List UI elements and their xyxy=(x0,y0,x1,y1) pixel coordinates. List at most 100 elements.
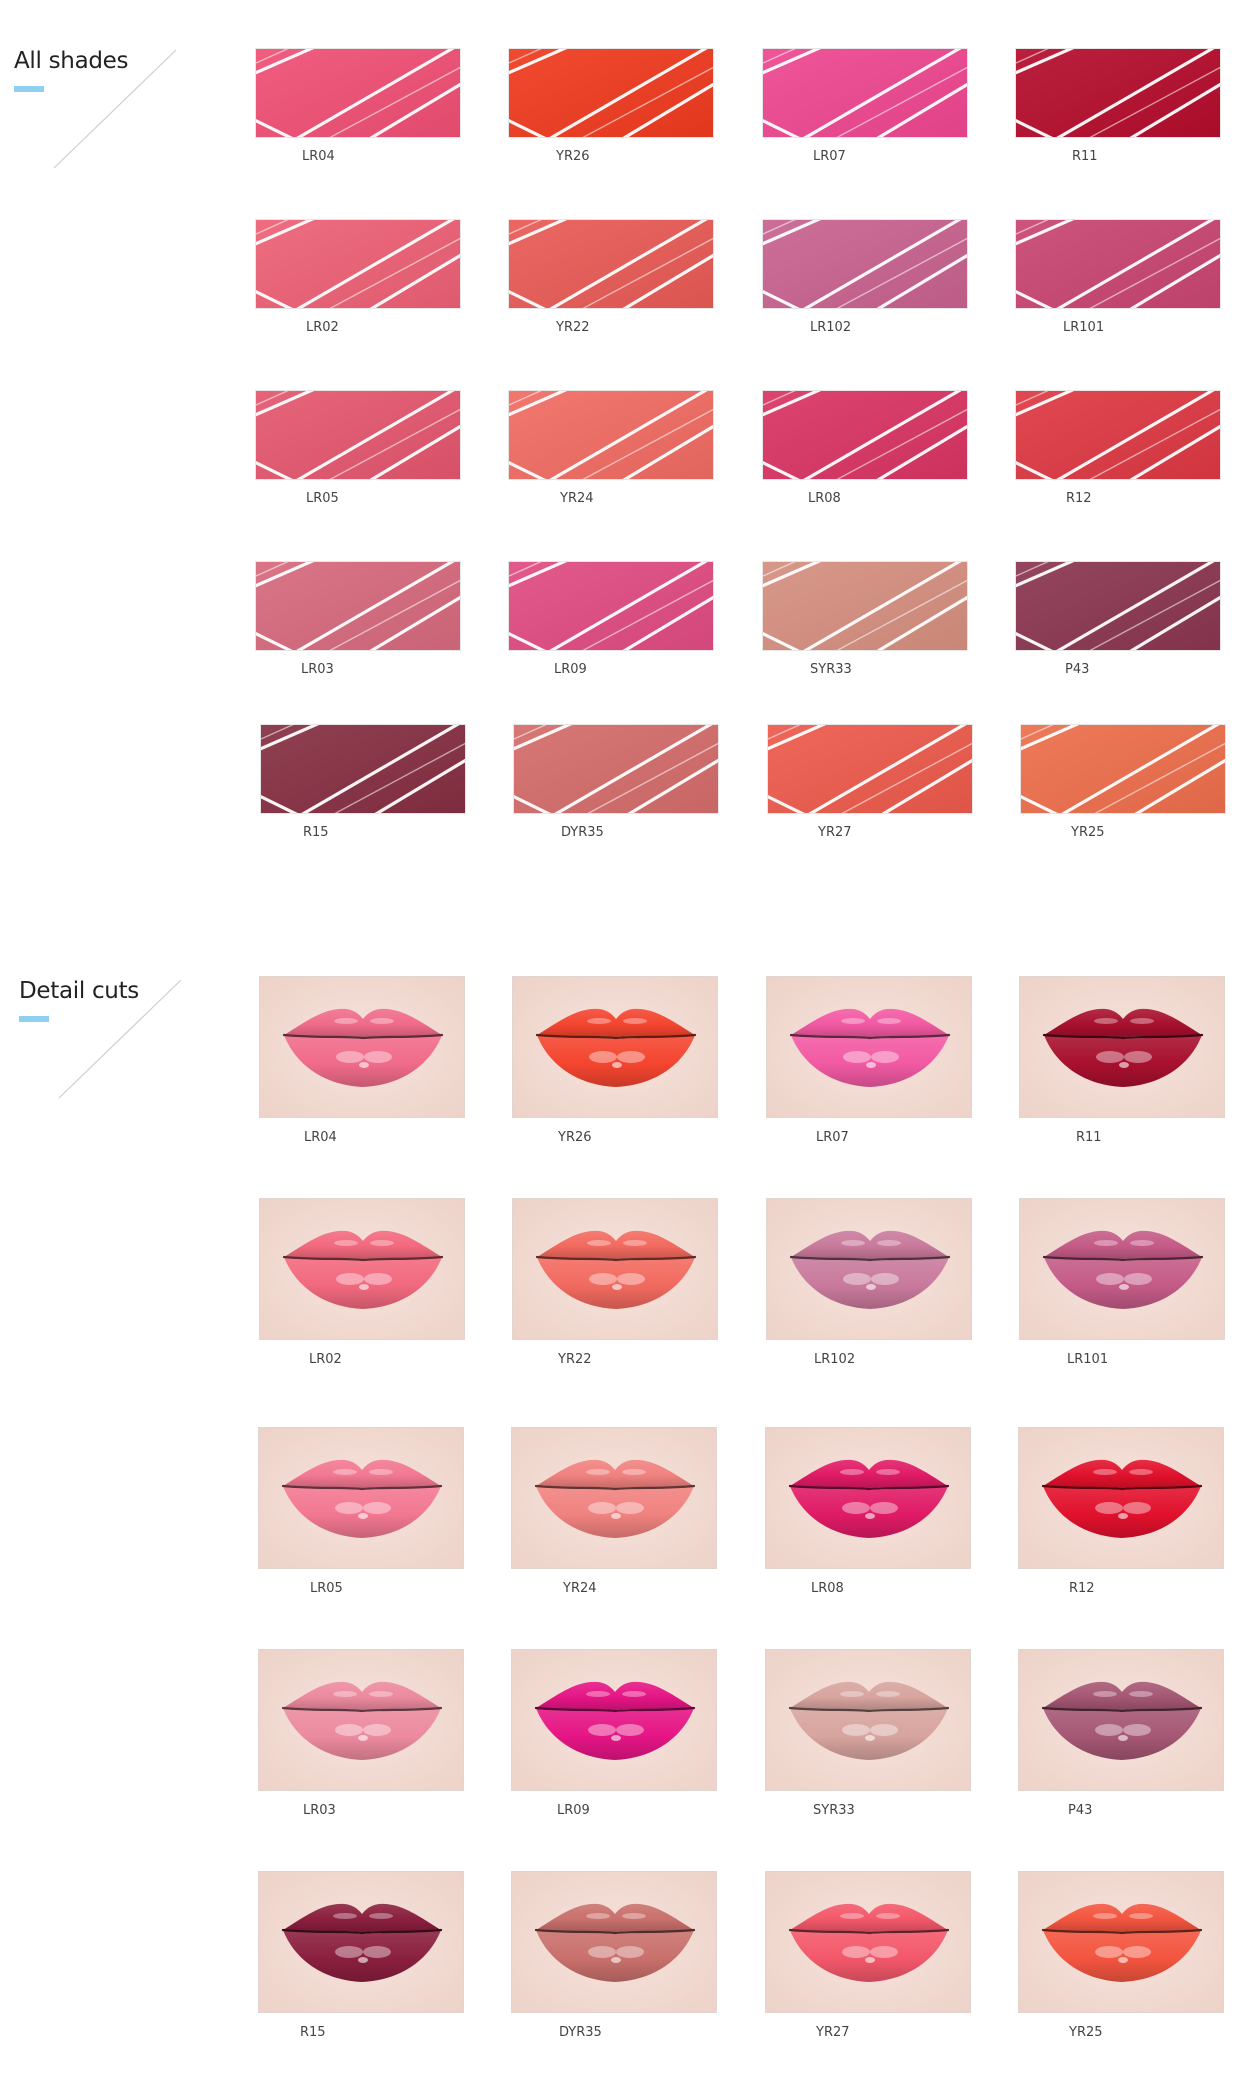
detail-cut-p43: P43 xyxy=(1018,1649,1224,1818)
swatch-image xyxy=(508,219,714,309)
shade-swatch-lr05: LR05 xyxy=(255,390,461,506)
swatch-image xyxy=(1015,561,1221,651)
detail-cut-dyr35: DYR35 xyxy=(511,1871,717,2040)
detail-cut-label: R15 xyxy=(300,2025,326,2040)
shade-label: SYR33 xyxy=(810,662,852,677)
detail-cut-lr09: LR09 xyxy=(511,1649,717,1818)
shade-label: LR03 xyxy=(301,662,334,677)
swatch-image xyxy=(255,48,461,138)
shade-swatch-yr22: YR22 xyxy=(508,219,714,335)
detail-cut-yr26: YR26 xyxy=(512,976,718,1145)
lip-photo xyxy=(511,1649,717,1791)
swatch-image xyxy=(1020,724,1226,814)
shade-swatch-r11: R11 xyxy=(1015,48,1221,164)
shade-label: R15 xyxy=(303,825,329,840)
all-shades-header: All shades xyxy=(0,48,200,188)
lip-photo xyxy=(766,1198,972,1340)
detail-cut-lr102: LR102 xyxy=(766,1198,972,1367)
shade-label: R12 xyxy=(1066,491,1092,506)
detail-cut-lr04: LR04 xyxy=(259,976,465,1145)
detail-cut-label: LR102 xyxy=(814,1352,856,1367)
shade-swatch-yr25: YR25 xyxy=(1020,724,1226,840)
lip-photo xyxy=(512,1198,718,1340)
detail-cut-label: LR07 xyxy=(816,1130,849,1145)
detail-cut-lr02: LR02 xyxy=(259,1198,465,1367)
shade-label: LR101 xyxy=(1063,320,1105,335)
shade-label: YR25 xyxy=(1071,825,1105,840)
shade-label: LR07 xyxy=(813,149,846,164)
detail-cut-label: YR24 xyxy=(563,1581,597,1596)
shade-swatch-yr27: YR27 xyxy=(767,724,973,840)
detail-cut-label: LR04 xyxy=(304,1130,337,1145)
shade-swatch-p43: P43 xyxy=(1015,561,1221,677)
shade-swatch-lr07: LR07 xyxy=(762,48,968,164)
shade-label: YR24 xyxy=(560,491,594,506)
detail-cut-lr07: LR07 xyxy=(766,976,972,1145)
lip-photo xyxy=(511,1871,717,2013)
detail-cut-yr27: YR27 xyxy=(765,1871,971,2040)
detail-cut-r12: R12 xyxy=(1018,1427,1224,1596)
lip-photo xyxy=(1019,976,1225,1118)
swatch-image xyxy=(762,390,968,480)
shade-swatch-lr09: LR09 xyxy=(508,561,714,677)
shade-label: LR08 xyxy=(808,491,841,506)
shade-swatch-yr24: YR24 xyxy=(508,390,714,506)
lip-photo xyxy=(258,1871,464,2013)
detail-cut-lr101: LR101 xyxy=(1019,1198,1225,1367)
shade-swatch-lr101: LR101 xyxy=(1015,219,1221,335)
lip-photo xyxy=(1018,1871,1224,2013)
shade-label: P43 xyxy=(1065,662,1090,677)
detail-cut-label: LR101 xyxy=(1067,1352,1109,1367)
lip-photo xyxy=(511,1427,717,1569)
shade-swatch-syr33: SYR33 xyxy=(762,561,968,677)
swatch-image xyxy=(255,219,461,309)
shade-label: LR02 xyxy=(306,320,339,335)
shade-label: DYR35 xyxy=(561,825,604,840)
shade-label: LR05 xyxy=(306,491,339,506)
lip-photo xyxy=(258,1649,464,1791)
detail-cut-yr24: YR24 xyxy=(511,1427,717,1596)
shade-swatch-lr04: LR04 xyxy=(255,48,461,164)
swatch-image xyxy=(1015,219,1221,309)
detail-cut-label: DYR35 xyxy=(559,2025,602,2040)
shade-swatch-r15: R15 xyxy=(260,724,466,840)
swatch-image xyxy=(513,724,719,814)
detail-cut-lr05: LR05 xyxy=(258,1427,464,1596)
detail-cut-label: LR02 xyxy=(309,1352,342,1367)
detail-cut-lr03: LR03 xyxy=(258,1649,464,1818)
detail-cut-label: YR26 xyxy=(558,1130,592,1145)
shade-label: YR26 xyxy=(556,149,590,164)
detail-cut-label: R12 xyxy=(1069,1581,1095,1596)
lip-photo xyxy=(1019,1198,1225,1340)
shade-swatch-lr08: LR08 xyxy=(762,390,968,506)
detail-cut-r15: R15 xyxy=(258,1871,464,2040)
shade-label: LR04 xyxy=(302,149,335,164)
all-shades-title-underline xyxy=(14,86,44,92)
detail-cut-label: SYR33 xyxy=(813,1803,855,1818)
detail-cuts-divider-line xyxy=(58,979,182,1099)
swatch-image xyxy=(762,48,968,138)
lip-photo xyxy=(765,1649,971,1791)
detail-cut-label: YR27 xyxy=(816,2025,850,2040)
swatch-image xyxy=(255,561,461,651)
shade-label: YR22 xyxy=(556,320,590,335)
detail-cut-r11: R11 xyxy=(1019,976,1225,1145)
shade-label: R11 xyxy=(1072,149,1098,164)
all-shades-divider-line xyxy=(53,49,177,169)
lip-photo xyxy=(765,1871,971,2013)
detail-cut-label: LR09 xyxy=(557,1803,590,1818)
detail-cut-lr08: LR08 xyxy=(765,1427,971,1596)
shade-label: LR09 xyxy=(554,662,587,677)
shade-label: YR27 xyxy=(818,825,852,840)
swatch-image xyxy=(260,724,466,814)
shade-swatch-yr26: YR26 xyxy=(508,48,714,164)
swatch-image xyxy=(508,561,714,651)
detail-cut-label: YR25 xyxy=(1069,2025,1103,2040)
swatch-image xyxy=(255,390,461,480)
detail-cuts-header: Detail cuts xyxy=(0,978,200,1118)
lip-photo xyxy=(512,976,718,1118)
lip-photo xyxy=(765,1427,971,1569)
lip-photo xyxy=(258,1427,464,1569)
swatch-image xyxy=(508,390,714,480)
shade-swatch-r12: R12 xyxy=(1015,390,1221,506)
